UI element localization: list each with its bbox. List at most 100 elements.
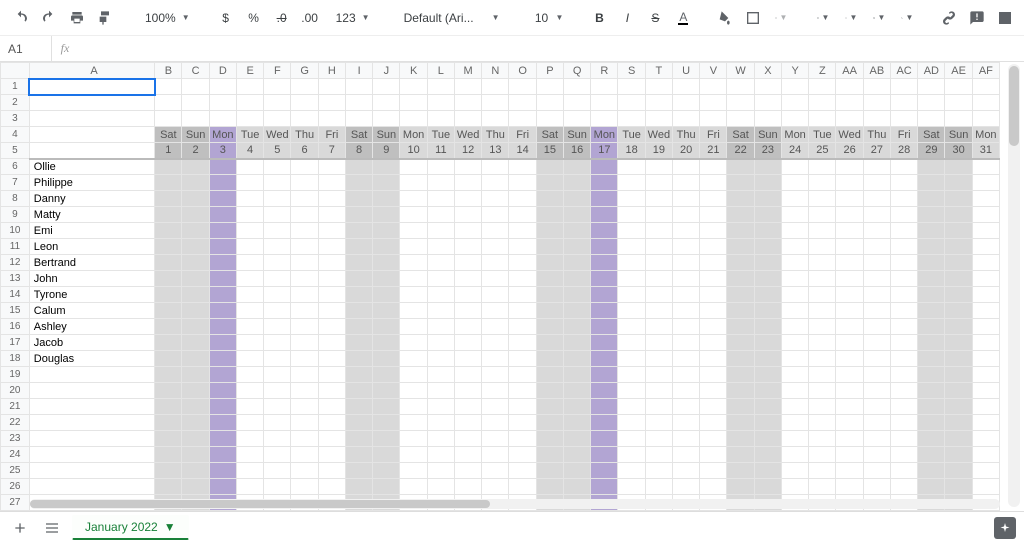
cell[interactable] xyxy=(836,239,863,255)
column-header[interactable]: AB xyxy=(863,63,890,79)
cell[interactable] xyxy=(536,303,563,319)
cell[interactable] xyxy=(645,111,672,127)
row-header[interactable]: 6 xyxy=(1,159,30,175)
column-header[interactable]: J xyxy=(373,63,400,79)
column-header[interactable]: L xyxy=(427,63,454,79)
cell[interactable] xyxy=(700,111,727,127)
cell[interactable] xyxy=(29,95,154,111)
cell[interactable] xyxy=(781,111,808,127)
cell[interactable] xyxy=(182,159,209,175)
cell[interactable] xyxy=(536,191,563,207)
cell[interactable] xyxy=(645,463,672,479)
cell[interactable] xyxy=(645,287,672,303)
cell[interactable]: Jacob xyxy=(29,335,154,351)
cell[interactable] xyxy=(291,79,318,95)
cell[interactable] xyxy=(318,319,345,335)
cell[interactable] xyxy=(454,415,481,431)
cell[interactable] xyxy=(427,335,454,351)
cell[interactable]: Sun xyxy=(373,127,400,143)
cell[interactable] xyxy=(182,383,209,399)
cell[interactable] xyxy=(482,111,509,127)
column-header[interactable]: C xyxy=(182,63,209,79)
cell[interactable] xyxy=(209,479,236,495)
cell[interactable] xyxy=(373,431,400,447)
cell[interactable] xyxy=(427,159,454,175)
cell[interactable] xyxy=(945,271,972,287)
row-header[interactable]: 12 xyxy=(1,255,30,271)
cell[interactable] xyxy=(754,111,781,127)
cell[interactable] xyxy=(591,191,618,207)
cell[interactable] xyxy=(264,351,291,367)
cell[interactable]: 9 xyxy=(373,143,400,159)
cell[interactable] xyxy=(972,79,999,95)
cell[interactable] xyxy=(809,255,836,271)
cell[interactable] xyxy=(155,287,182,303)
cell[interactable] xyxy=(972,255,999,271)
cell[interactable] xyxy=(236,255,263,271)
cell[interactable] xyxy=(291,175,318,191)
cell[interactable] xyxy=(373,415,400,431)
cell[interactable] xyxy=(618,79,645,95)
cell[interactable] xyxy=(345,271,372,287)
cell[interactable] xyxy=(318,159,345,175)
cell[interactable] xyxy=(345,239,372,255)
cell[interactable] xyxy=(373,271,400,287)
cell[interactable] xyxy=(563,111,590,127)
cell[interactable] xyxy=(809,351,836,367)
cell[interactable] xyxy=(291,399,318,415)
column-header[interactable]: AE xyxy=(945,63,972,79)
cell[interactable] xyxy=(700,207,727,223)
cell[interactable] xyxy=(672,79,699,95)
cell[interactable] xyxy=(863,95,890,111)
cell[interactable] xyxy=(291,367,318,383)
cell[interactable] xyxy=(427,207,454,223)
cell[interactable] xyxy=(318,111,345,127)
cell[interactable] xyxy=(727,175,754,191)
cell[interactable] xyxy=(972,383,999,399)
cell[interactable] xyxy=(427,479,454,495)
cell[interactable] xyxy=(536,287,563,303)
cell[interactable] xyxy=(591,239,618,255)
cell[interactable] xyxy=(591,319,618,335)
cell[interactable]: 17 xyxy=(591,143,618,159)
column-header[interactable]: AA xyxy=(836,63,863,79)
cell[interactable] xyxy=(591,255,618,271)
cell[interactable] xyxy=(945,79,972,95)
cell[interactable] xyxy=(727,383,754,399)
cell[interactable] xyxy=(345,207,372,223)
cell[interactable] xyxy=(672,415,699,431)
cell[interactable] xyxy=(345,191,372,207)
cell[interactable] xyxy=(672,431,699,447)
cell[interactable] xyxy=(672,367,699,383)
cell[interactable] xyxy=(645,431,672,447)
cell[interactable] xyxy=(291,383,318,399)
cell[interactable] xyxy=(400,463,427,479)
cell[interactable] xyxy=(781,223,808,239)
cell[interactable] xyxy=(672,207,699,223)
cell[interactable] xyxy=(781,271,808,287)
cell[interactable] xyxy=(618,239,645,255)
horizontal-align-button[interactable]: ▼ xyxy=(812,6,834,30)
cell[interactable] xyxy=(427,79,454,95)
cell[interactable] xyxy=(700,303,727,319)
cell[interactable] xyxy=(672,463,699,479)
cell[interactable] xyxy=(236,175,263,191)
cell[interactable] xyxy=(754,399,781,415)
cell[interactable] xyxy=(618,159,645,175)
cell[interactable] xyxy=(836,271,863,287)
cell[interactable] xyxy=(618,255,645,271)
cell[interactable] xyxy=(781,159,808,175)
cell[interactable] xyxy=(591,207,618,223)
cell[interactable] xyxy=(700,447,727,463)
cell[interactable] xyxy=(318,415,345,431)
cell[interactable] xyxy=(509,383,536,399)
cell[interactable] xyxy=(700,463,727,479)
cell[interactable] xyxy=(863,447,890,463)
cell[interactable] xyxy=(318,383,345,399)
cell[interactable] xyxy=(918,335,945,351)
cell[interactable] xyxy=(454,95,481,111)
cell[interactable] xyxy=(29,367,154,383)
cell[interactable] xyxy=(209,431,236,447)
cell[interactable] xyxy=(345,415,372,431)
cell[interactable] xyxy=(645,335,672,351)
